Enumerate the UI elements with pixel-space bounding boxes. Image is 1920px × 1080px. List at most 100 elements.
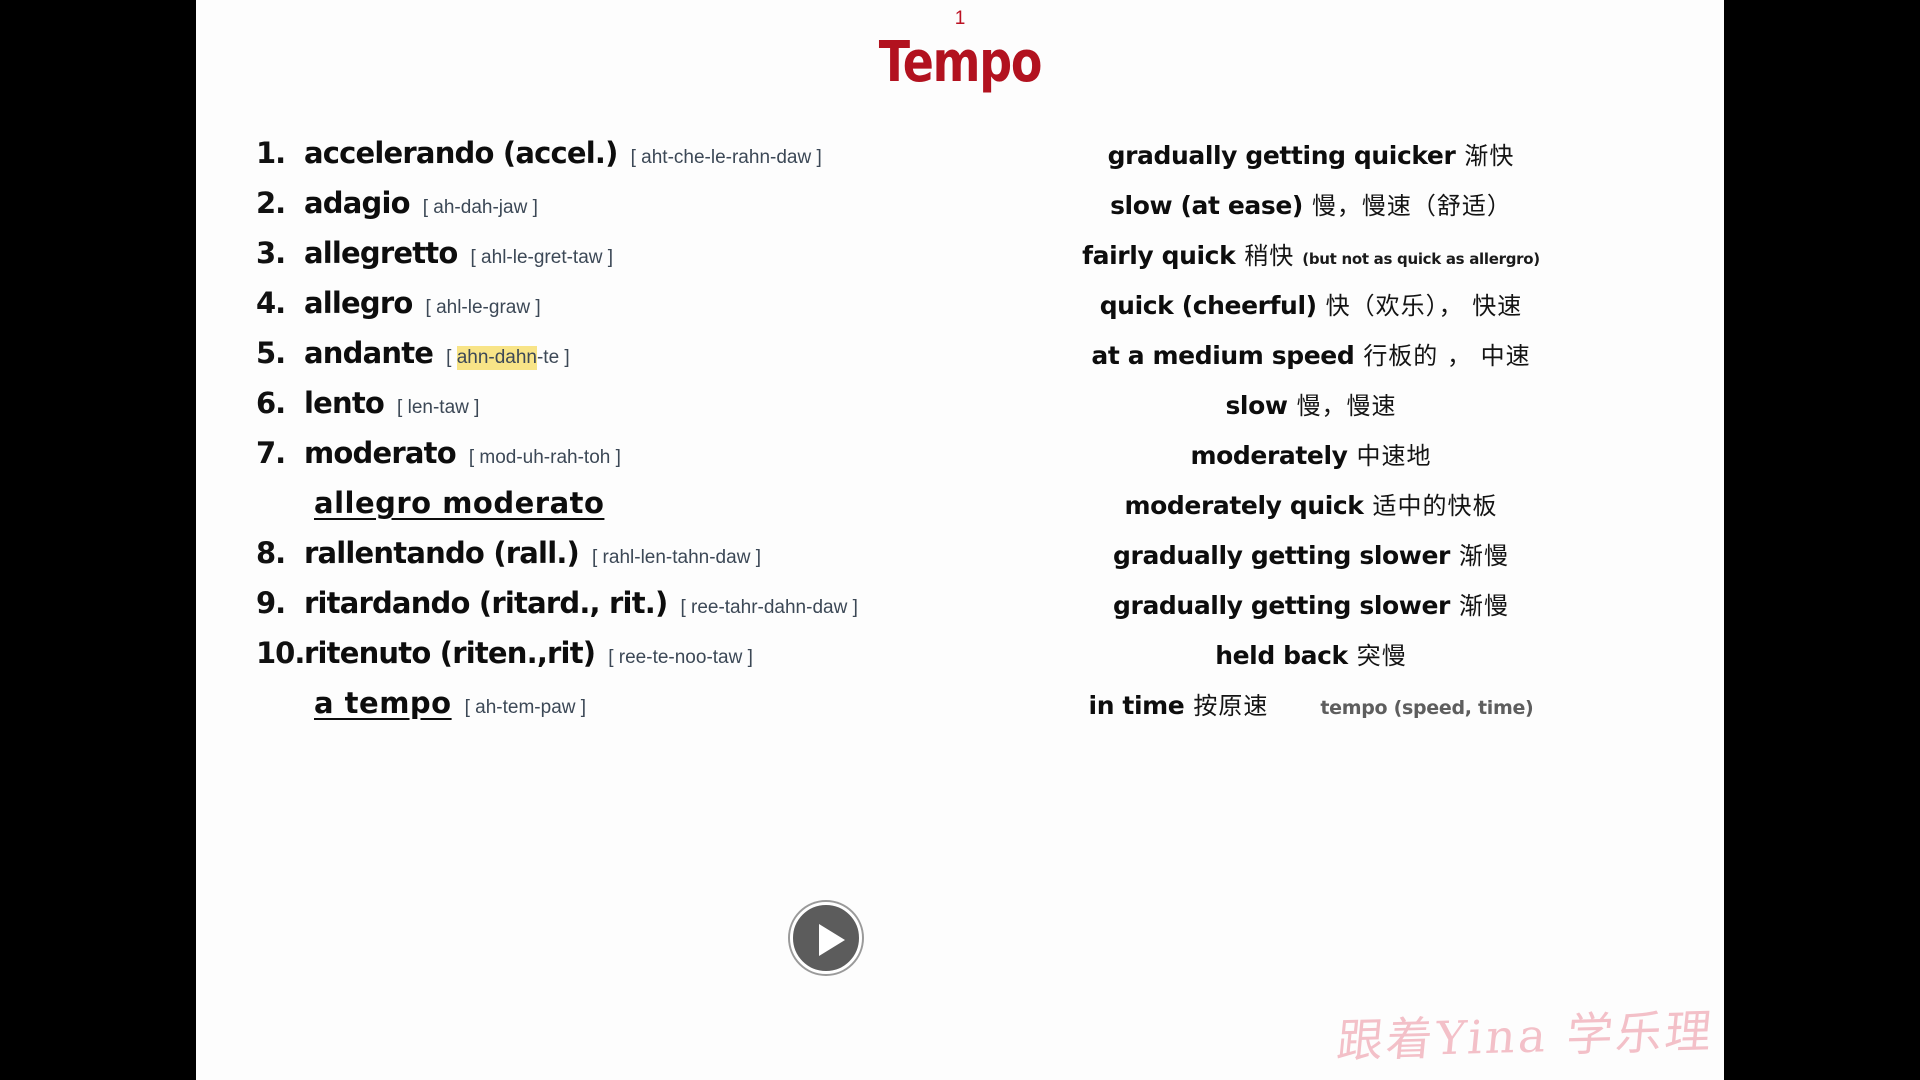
term-row: 5. andante [ ahn-dahn-te ] xyxy=(256,336,946,386)
pronunciation-part: [ aht-che-le-rahn-daw ] xyxy=(630,147,822,168)
pronunciation-part: [ ah-tem-paw ] xyxy=(464,697,587,718)
pronunciation: [ len-taw ] xyxy=(397,397,479,419)
meaning-chinese: 慢，慢速 xyxy=(1296,392,1397,420)
term-number: 10. xyxy=(256,636,305,670)
letterbox-left xyxy=(0,0,196,1080)
term-row: 4. allegro [ ahl-le-graw ] xyxy=(256,286,946,336)
term-row: 2. adagio [ ah-dah-jaw ] xyxy=(256,186,946,236)
term-row: 6. lento [ len-taw ] xyxy=(256,386,946,436)
meaning-chinese: 渐慢 xyxy=(1458,542,1509,570)
meaning-english: in time xyxy=(1088,691,1185,720)
meaning-english: held back xyxy=(1215,641,1348,670)
meaning-row: slow (at ease) 慢，慢速（舒适） xyxy=(916,186,1706,236)
term-row: allegro moderato xyxy=(256,486,946,536)
term-number: 6. xyxy=(256,386,286,420)
pronunciation-part: [ ahl-le-gret-taw ] xyxy=(470,247,614,268)
pronunciation: [ ah-dah-jaw ] xyxy=(423,197,538,219)
term-number: 9. xyxy=(256,586,286,620)
pronunciation: [ aht-che-le-rahn-daw ] xyxy=(631,147,822,169)
pronunciation: [ ahn-dahn-te ] xyxy=(446,346,570,370)
meaning-row: gradually getting quicker 渐快 xyxy=(916,136,1706,186)
term-sub-label: a tempo xyxy=(314,686,452,720)
watermark: 跟着Yina 学乐理 xyxy=(1334,1004,1717,1068)
meaning-english: moderately xyxy=(1190,441,1348,470)
term-label: andante xyxy=(304,336,434,370)
meaning-english: gradually getting slower xyxy=(1113,541,1450,570)
meaning-chinese: 稍快 xyxy=(1244,242,1295,270)
term-row: 3. allegretto [ ahl-le-gret-taw ] xyxy=(256,236,946,286)
pronunciation-part: [ rahl-len-tahn-daw ] xyxy=(592,547,761,568)
term-label: allegro xyxy=(304,286,413,320)
meaning-row: gradually getting slower 渐慢 xyxy=(916,536,1706,586)
meaning-row: moderately quick 适中的快板 xyxy=(916,486,1706,536)
pronunciation: [ mod-uh-rah-toh ] xyxy=(469,447,621,469)
term-number: 1. xyxy=(256,136,286,170)
meaning-english: slow (at ease) xyxy=(1110,191,1303,220)
meaning-chinese: 渐慢 xyxy=(1458,592,1509,620)
term-label: allegretto xyxy=(304,236,458,270)
term-label: lento xyxy=(304,386,385,420)
slide-canvas: 1 Tempo 1. accelerando (accel.) [ aht-che-… xyxy=(196,0,1724,1080)
term-row: 9. ritardando (ritard., rit.) [ ree-tahr-d… xyxy=(256,586,946,636)
term-number: 7. xyxy=(256,436,286,470)
term-row: a tempo [ ah-tem-paw ] xyxy=(256,686,946,736)
term-number: 2. xyxy=(256,186,286,220)
term-label: adagio xyxy=(304,186,411,220)
meaning-chinese: 按原速 xyxy=(1193,692,1269,720)
term-sub-label: allegro moderato xyxy=(314,486,605,520)
term-row: 10. ritenuto (riten.,rit) [ ree-te-noo-taw… xyxy=(256,636,946,686)
pronunciation-part: [ xyxy=(446,347,457,368)
pronunciation: [ ahl-le-graw ] xyxy=(426,297,541,319)
term-number: 5. xyxy=(256,336,286,370)
pronunciation-part: [ mod-uh-rah-toh ] xyxy=(468,447,621,468)
term-row: 8. rallentando (rall.) [ rahl-len-tahn-daw… xyxy=(256,536,946,586)
meaning-row: slow 慢，慢速 xyxy=(916,386,1706,436)
meaning-english: at a medium speed xyxy=(1091,341,1355,370)
play-button[interactable] xyxy=(790,902,862,974)
meaning-row: fairly quick 稍快 (but not as quick as aller… xyxy=(916,236,1706,286)
meaning-chinese: 中速地 xyxy=(1356,442,1432,470)
meanings-column: gradually getting quicker 渐快 slow (at ease… xyxy=(916,136,1706,736)
meaning-row: quick (cheerful) 快（欢乐）， 快速 xyxy=(916,286,1706,336)
meaning-chinese: 突慢 xyxy=(1356,642,1407,670)
pronunciation-part: [ ree-tahr-dahn-daw ] xyxy=(680,597,858,618)
pronunciation: [ ree-te-noo-taw ] xyxy=(608,647,753,669)
meaning-chinese: 渐快 xyxy=(1464,142,1515,170)
slide-number: 1 xyxy=(954,8,966,29)
meaning-row: gradually getting slower 渐慢 xyxy=(916,586,1706,636)
pronunciation-part: [ len-taw ] xyxy=(397,397,480,418)
meaning-chinese: 快（欢乐）， 快速 xyxy=(1325,292,1523,320)
pronunciation: [ ah-tem-paw ] xyxy=(465,697,586,719)
meaning-row: at a medium speed 行板的 ， 中速 xyxy=(916,336,1706,386)
terms-column: 1. accelerando (accel.) [ aht-che-le-rahn-… xyxy=(256,136,946,736)
meaning-note: (but not as quick as allergro) xyxy=(1302,250,1540,268)
terms-table: 1. accelerando (accel.) [ aht-che-le-rahn-… xyxy=(196,136,1724,720)
meaning-english: gradually getting quicker xyxy=(1107,141,1456,170)
term-label: accelerando (accel.) xyxy=(304,136,618,170)
meaning-row: held back 突慢 xyxy=(916,636,1706,686)
term-number: 3. xyxy=(256,236,286,270)
term-number: 8. xyxy=(256,536,286,570)
pronunciation: [ ahl-le-gret-taw ] xyxy=(471,247,614,269)
letterbox-right xyxy=(1724,0,1920,1080)
meaning-english: quick (cheerful) xyxy=(1099,291,1317,320)
term-label: ritardando (ritard., rit.) xyxy=(304,586,668,620)
term-row: 7. moderato [ mod-uh-rah-toh ] xyxy=(256,436,946,486)
meaning-english: fairly quick xyxy=(1082,241,1236,270)
meaning-english: gradually getting slower xyxy=(1113,591,1450,620)
pronunciation-part: -te ] xyxy=(536,347,570,368)
meaning-row: moderately 中速地 xyxy=(916,436,1706,486)
meaning-chinese: 适中的快板 xyxy=(1372,492,1498,520)
slide-viewer: 1 Tempo 1. accelerando (accel.) [ aht-che-… xyxy=(0,0,1920,1080)
term-label: moderato xyxy=(304,436,457,470)
play-triangle-icon xyxy=(819,924,845,956)
page-title: Tempo xyxy=(878,30,1043,95)
pronunciation-part: [ ahl-le-graw ] xyxy=(425,297,541,318)
pronunciation-highlight: ahn-dahn xyxy=(456,346,537,370)
meaning-english: slow xyxy=(1225,391,1288,420)
pronunciation: [ ree-tahr-dahn-daw ] xyxy=(680,597,857,619)
term-label: ritenuto (riten.,rit) xyxy=(304,636,596,670)
term-row: 1. accelerando (accel.) [ aht-che-le-rahn-… xyxy=(256,136,946,186)
pronunciation: [ rahl-len-tahn-daw ] xyxy=(592,547,761,569)
meaning-chinese: 慢，慢速（舒适） xyxy=(1311,192,1512,220)
